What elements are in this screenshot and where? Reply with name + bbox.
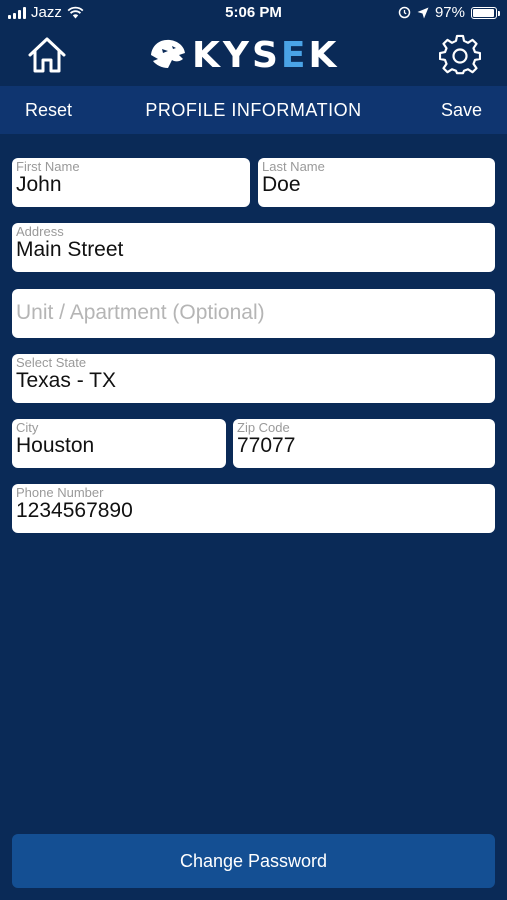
status-bar: Jazz 5:06 PM 97% [0, 0, 507, 26]
home-button[interactable] [26, 34, 68, 76]
app-header: KYSEK [0, 26, 507, 84]
city-label: City [16, 420, 39, 435]
logo-text-part-c: K [308, 34, 340, 76]
first-name-label: First Name [16, 159, 80, 174]
last-name-value[interactable]: Doe [262, 173, 301, 197]
phone-number-field[interactable]: Phone Number 1234567890 [12, 484, 495, 533]
city-field[interactable]: City Houston [12, 419, 226, 468]
alarm-icon [398, 6, 411, 19]
battery-fill [473, 8, 495, 17]
unit-apartment-field[interactable]: Unit / Apartment (Optional) [12, 289, 495, 338]
city-value[interactable]: Houston [16, 434, 94, 458]
address-label: Address [16, 224, 64, 239]
last-name-field[interactable]: Last Name Doe [258, 158, 495, 207]
kysek-logo: KYSEK [148, 34, 363, 76]
logo-text: KYSEK [192, 35, 339, 76]
state-label: Select State [16, 355, 87, 370]
zip-code-field[interactable]: Zip Code 77077 [233, 419, 495, 468]
address-value[interactable]: Main Street [16, 238, 123, 262]
phone-number-value[interactable]: 1234567890 [16, 499, 133, 523]
battery-icon [471, 6, 500, 19]
address-field[interactable]: Address Main Street [12, 223, 495, 272]
state-select[interactable]: Select State Texas - TX [12, 354, 495, 403]
settings-button[interactable] [438, 34, 482, 76]
unit-apartment-placeholder[interactable]: Unit / Apartment (Optional) [16, 301, 265, 325]
phone-number-label: Phone Number [16, 485, 104, 500]
zip-code-value[interactable]: 77077 [237, 434, 295, 458]
change-password-button[interactable]: Change Password [12, 834, 495, 888]
gear-icon [438, 34, 482, 75]
battery-percent: 97% [434, 4, 465, 21]
save-button[interactable]: Save [441, 100, 482, 121]
logo-text-accent: E [280, 34, 309, 76]
page-title: PROFILE INFORMATION [145, 100, 362, 120]
nav-bar: Reset PROFILE INFORMATION Save [0, 86, 507, 134]
status-right: 97% [398, 4, 500, 21]
logo-text-part-a: KYS [192, 34, 281, 76]
zip-code-label: Zip Code [237, 420, 290, 435]
home-icon [28, 37, 66, 73]
panther-logo-icon [151, 39, 185, 68]
state-value[interactable]: Texas - TX [16, 369, 116, 393]
location-arrow-icon [417, 7, 429, 18]
last-name-label: Last Name [262, 159, 325, 174]
first-name-value[interactable]: John [16, 173, 62, 197]
first-name-field[interactable]: First Name John [12, 158, 250, 207]
